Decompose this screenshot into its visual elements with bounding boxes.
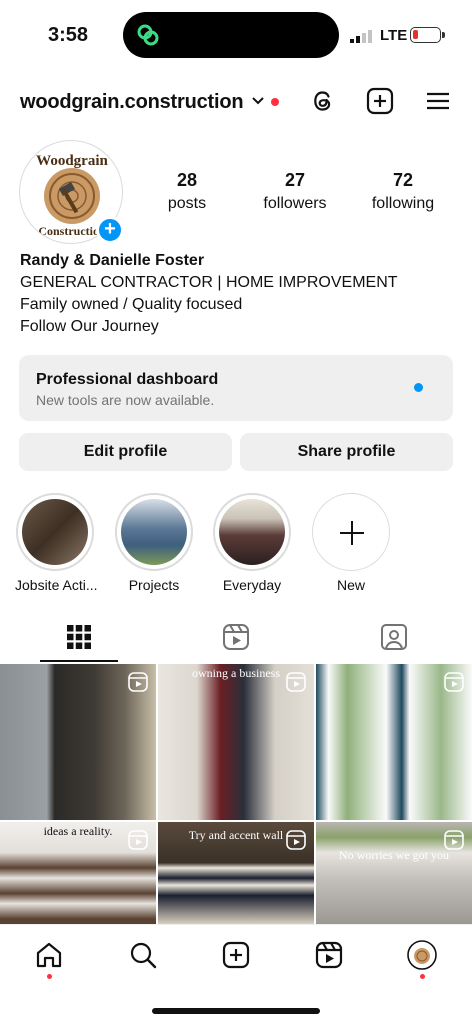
post-thumbnail[interactable] xyxy=(316,664,472,820)
highlight-everyday[interactable]: Everyday xyxy=(212,493,292,593)
account-switcher-username[interactable]: woodgrain.construction xyxy=(20,91,244,114)
share-profile-button[interactable]: Share profile xyxy=(240,433,453,471)
stat-following[interactable]: 72 following xyxy=(348,170,458,213)
professional-dashboard-card[interactable]: Professional dashboard New tools are now… xyxy=(19,355,453,421)
post-caption: No worries we got you xyxy=(339,848,449,862)
highlight-label: Jobsite Acti... xyxy=(15,577,98,593)
reel-icon xyxy=(128,830,148,850)
profile-notification-dot xyxy=(420,974,425,979)
highlight-label: Projects xyxy=(128,577,180,593)
plus-icon xyxy=(340,521,364,545)
highlight-projects[interactable]: Projects xyxy=(114,493,194,593)
create-icon[interactable] xyxy=(221,940,251,970)
highlight-cover xyxy=(22,499,88,565)
profile-name: Randy & Danielle Foster xyxy=(20,252,205,269)
reel-icon xyxy=(444,672,464,692)
bio-line: GENERAL CONTRACTOR | HOME IMPROVEMENT xyxy=(20,274,398,291)
reel-icon xyxy=(286,672,306,692)
profile-bio: Randy & Danielle Foster GENERAL CONTRACT… xyxy=(20,250,450,338)
reel-icon xyxy=(128,672,148,692)
highlight-cover xyxy=(121,499,187,565)
post-thumbnail[interactable]: No worries we got you xyxy=(316,822,472,924)
add-story-button[interactable]: + xyxy=(96,216,124,244)
following-count: 72 xyxy=(392,170,414,190)
active-tab-indicator xyxy=(40,660,118,662)
network-type: LTE xyxy=(380,27,408,44)
reels-tab-icon[interactable] xyxy=(221,622,251,652)
status-bar: 3:58 LTE xyxy=(0,0,472,72)
posts-label: posts xyxy=(167,195,207,212)
highlight-label: New xyxy=(336,577,365,593)
highlight-jobsite[interactable]: Jobsite Acti... xyxy=(15,493,98,593)
post-thumbnail[interactable]: ideas a reality. xyxy=(0,822,156,924)
tagged-icon[interactable] xyxy=(379,622,409,652)
post-thumbnail[interactable]: owning a business xyxy=(158,664,314,820)
post-thumbnail[interactable]: Try and accent wall xyxy=(158,822,314,924)
search-icon[interactable] xyxy=(128,940,158,970)
status-time: 3:58 xyxy=(48,24,89,46)
dashboard-subtitle: New tools are now available. xyxy=(36,392,215,408)
notification-dot xyxy=(271,98,279,106)
stat-posts[interactable]: 28 posts xyxy=(132,170,242,213)
bio-line: Family owned / Quality focused xyxy=(20,296,243,313)
grid-icon[interactable] xyxy=(64,622,94,652)
post-thumbnail[interactable] xyxy=(0,664,156,820)
edit-profile-button[interactable]: Edit profile xyxy=(19,433,232,471)
live-activity-icon xyxy=(137,24,159,46)
stat-followers[interactable]: 27 followers xyxy=(240,170,350,213)
threads-icon[interactable] xyxy=(308,86,338,116)
highlight-cover xyxy=(219,499,285,565)
signal-icon xyxy=(350,30,372,43)
highlight-label: Everyday xyxy=(222,577,282,593)
dynamic-island xyxy=(123,12,339,58)
post-grid: owning a business ideas a reality. Try a… xyxy=(0,664,472,924)
posts-count: 28 xyxy=(176,170,198,190)
logo-text-top: Woodgrain xyxy=(36,153,108,169)
battery-icon xyxy=(410,27,445,43)
home-notification-dot xyxy=(47,974,52,979)
reel-icon xyxy=(286,830,306,850)
dashboard-title: Professional dashboard xyxy=(36,371,219,388)
followers-count: 27 xyxy=(284,170,306,190)
home-icon[interactable] xyxy=(34,940,64,970)
chevron-down-icon[interactable] xyxy=(251,96,265,106)
create-plus-icon[interactable] xyxy=(365,86,395,116)
new-indicator-dot xyxy=(414,383,423,392)
followers-label: followers xyxy=(263,195,327,212)
profile-avatar-tab[interactable] xyxy=(407,940,437,970)
reels-icon[interactable] xyxy=(314,940,344,970)
profile-header: woodgrain.construction xyxy=(0,82,472,122)
new-highlight-button[interactable]: New xyxy=(311,493,391,593)
bottom-nav xyxy=(0,924,472,1024)
bio-line: Follow Our Journey xyxy=(20,318,159,335)
following-label: following xyxy=(371,195,435,212)
reel-icon xyxy=(444,830,464,850)
menu-icon[interactable] xyxy=(423,86,453,116)
home-indicator xyxy=(152,1008,320,1014)
